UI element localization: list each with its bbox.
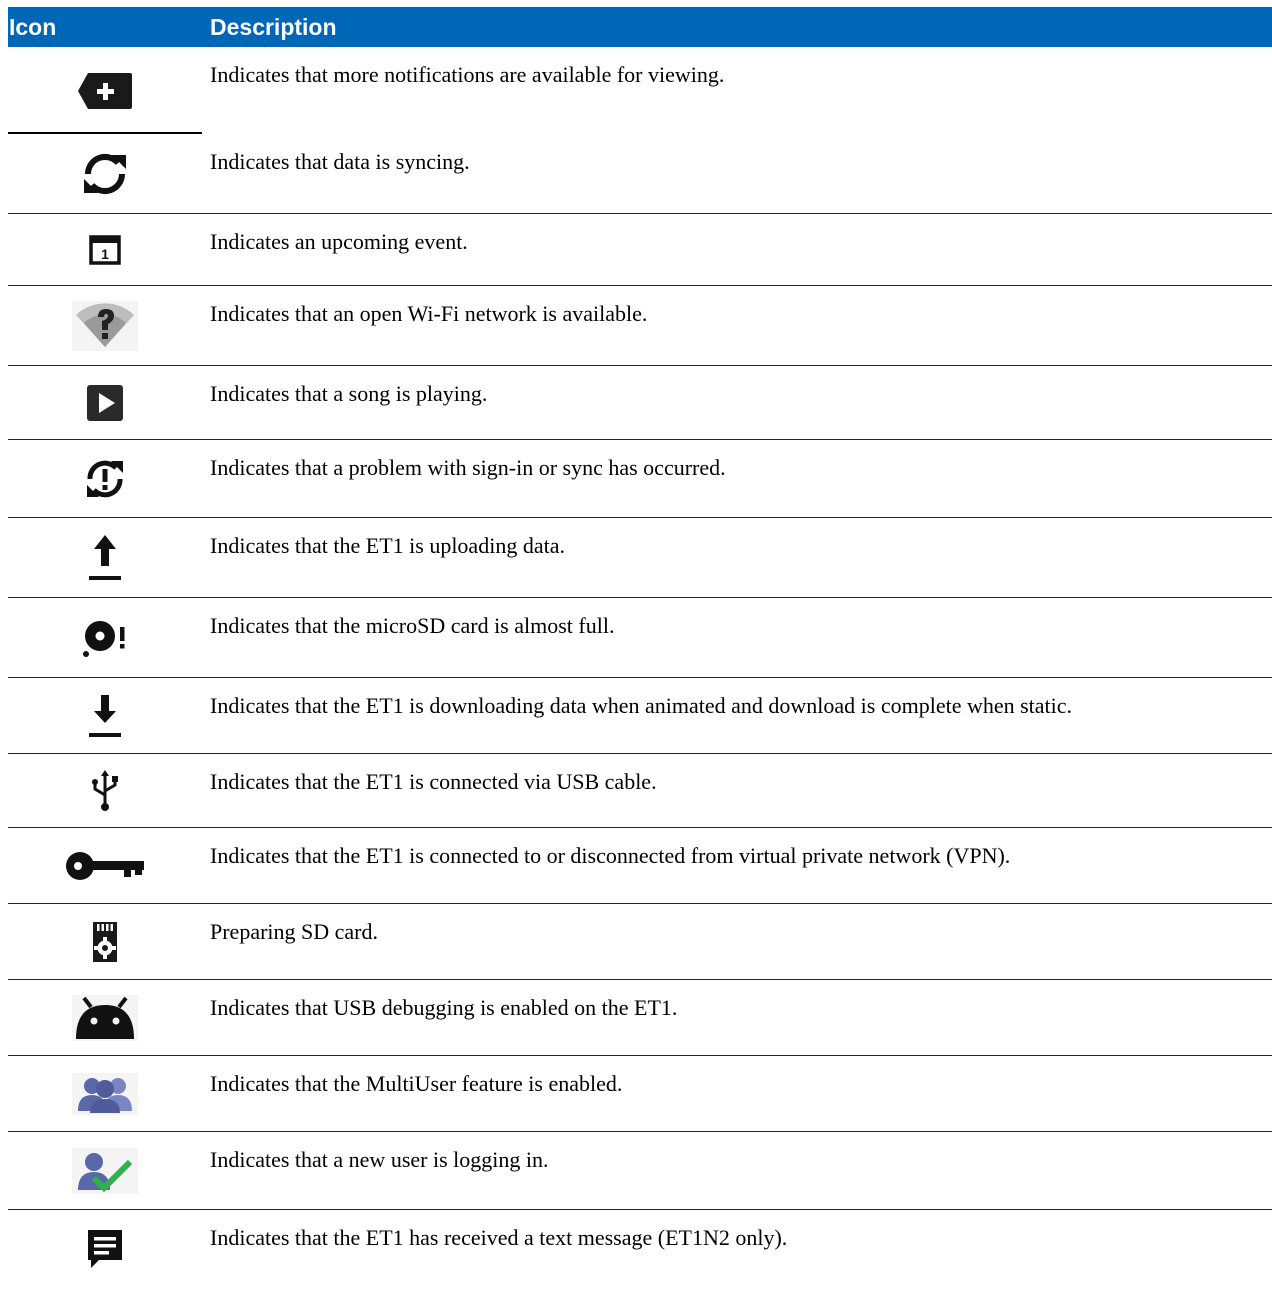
usb-debugging-icon (8, 980, 202, 1055)
row-description: Indicates an upcoming event. (210, 229, 468, 254)
row-description: Preparing SD card. (210, 919, 379, 944)
svg-text:1: 1 (101, 246, 109, 262)
table-row: Preparing SD card. (8, 904, 1272, 980)
preparing-sd-card-icon (8, 904, 202, 979)
status-icons-table: Icon Description Indicates that more not… (8, 7, 1272, 1290)
open-wifi-icon (8, 286, 202, 365)
song-playing-icon (8, 366, 202, 439)
row-description: Indicates that an open Wi-Fi network is … (210, 301, 648, 326)
table-row: Indicates that the microSD card is almos… (8, 598, 1272, 678)
row-description: Indicates that data is syncing. (210, 149, 470, 174)
row-description: Indicates that a song is playing. (210, 381, 488, 406)
user-login-icon (8, 1132, 202, 1209)
row-description: Indicates that the ET1 is downloading da… (210, 693, 1073, 718)
table-row: Indicates that the ET1 is downloading da… (8, 678, 1272, 754)
table-row: Indicates that more notifications are av… (8, 47, 1272, 134)
table-row: Indicates that the MultiUser feature is … (8, 1056, 1272, 1132)
table-row: 1 Indicates an upcoming event. (8, 214, 1272, 286)
table-row: Indicates that the ET1 is connected via … (8, 754, 1272, 828)
table-header: Icon Description (8, 7, 1272, 47)
multiuser-icon (8, 1056, 202, 1131)
sd-card-full-icon (8, 598, 202, 677)
row-description: Indicates that the ET1 is connected to o… (210, 843, 1011, 868)
table-row: Indicates that a problem with sign-in or… (8, 440, 1272, 518)
row-description: Indicates that the ET1 is connected via … (210, 769, 657, 794)
row-description: Indicates that the ET1 is uploading data… (210, 533, 565, 558)
calendar-event-icon: 1 (8, 214, 202, 285)
row-description: Indicates that the MultiUser feature is … (210, 1071, 623, 1096)
table-row: Indicates that a new user is logging in. (8, 1132, 1272, 1210)
table-row: Indicates that the ET1 has received a te… (8, 1210, 1272, 1290)
table-row: Indicates that USB debugging is enabled … (8, 980, 1272, 1056)
sync-problem-icon (8, 440, 202, 517)
table-row: Indicates that the ET1 is connected to o… (8, 828, 1272, 904)
row-description: Indicates that the microSD card is almos… (210, 613, 615, 638)
row-description: Indicates that a new user is logging in. (210, 1147, 549, 1172)
vpn-key-icon (8, 828, 202, 903)
sync-icon (8, 134, 202, 213)
row-description: Indicates that a problem with sign-in or… (210, 455, 726, 480)
row-description: Indicates that more notifications are av… (210, 62, 725, 87)
icon-column-header: Icon (9, 14, 57, 40)
table-row: Indicates that data is syncing. (8, 134, 1272, 214)
table-row: Indicates that an open Wi-Fi network is … (8, 286, 1272, 366)
usb-icon (8, 754, 202, 827)
table-row: Indicates that a song is playing. (8, 366, 1272, 440)
table-row: Indicates that the ET1 is uploading data… (8, 518, 1272, 598)
row-description: Indicates that the ET1 has received a te… (210, 1225, 788, 1250)
download-icon (8, 678, 202, 753)
text-message-icon (8, 1210, 202, 1296)
upload-icon (8, 518, 202, 597)
row-description: Indicates that USB debugging is enabled … (210, 995, 678, 1020)
description-column-header: Description (210, 14, 337, 40)
